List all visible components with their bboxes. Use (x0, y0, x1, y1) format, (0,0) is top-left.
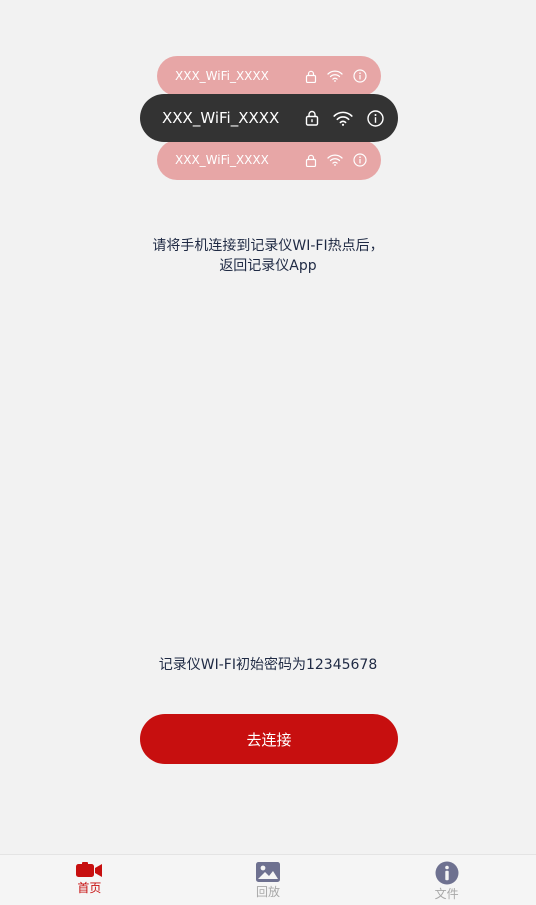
tab-playback[interactable]: 回放 (179, 855, 358, 905)
tab-home[interactable]: 首页 (0, 855, 179, 905)
wifi-name-selected: XXX_WiFi_XXXX (162, 109, 280, 127)
wifi-illustration-top: XXX_WiFi_XXXX (157, 56, 381, 96)
wifi-signal-icon (327, 70, 343, 82)
connect-instruction: 请将手机连接到记录仪WI-FI热点后， 返回记录仪App (0, 236, 536, 276)
lock-icon (305, 70, 317, 83)
wifi-name-bottom: XXX_WiFi_XXXX (175, 153, 269, 167)
info-circle-icon (353, 153, 367, 167)
go-connect-button[interactable]: 去连接 (140, 714, 398, 764)
image-icon (256, 862, 280, 882)
tab-files[interactable]: 文件 (357, 855, 536, 905)
wifi-illustration-selected: XXX_WiFi_XXXX (140, 94, 398, 142)
info-circle-icon (353, 69, 367, 83)
wifi-signal-icon (333, 111, 353, 126)
tab-home-label: 首页 (77, 881, 102, 895)
wifi-illustration-bottom: XXX_WiFi_XXXX (157, 140, 381, 180)
tab-files-label: 文件 (434, 887, 459, 901)
instruction-line-1: 请将手机连接到记录仪WI-FI热点后， (152, 238, 384, 254)
wifi-name-top: XXX_WiFi_XXXX (175, 69, 269, 83)
tab-playback-label: 回放 (256, 885, 281, 899)
info-circle-icon (367, 109, 384, 127)
lock-icon (305, 110, 319, 126)
info-icon (435, 861, 459, 885)
wifi-signal-icon (327, 154, 343, 166)
instruction-line-2: 返回记录仪App (219, 258, 317, 274)
default-password-hint: 记录仪WI-FI初始密码为12345678 (158, 657, 378, 673)
wifi-connect-screen: XXX_WiFi_XXXX XXX_WiFi_XXXX XXX_WiFi_XXX… (0, 0, 536, 905)
lock-icon (305, 154, 317, 167)
bottom-tab-bar: 首页 回放 文件 (0, 854, 536, 905)
camera-icon (76, 862, 103, 877)
